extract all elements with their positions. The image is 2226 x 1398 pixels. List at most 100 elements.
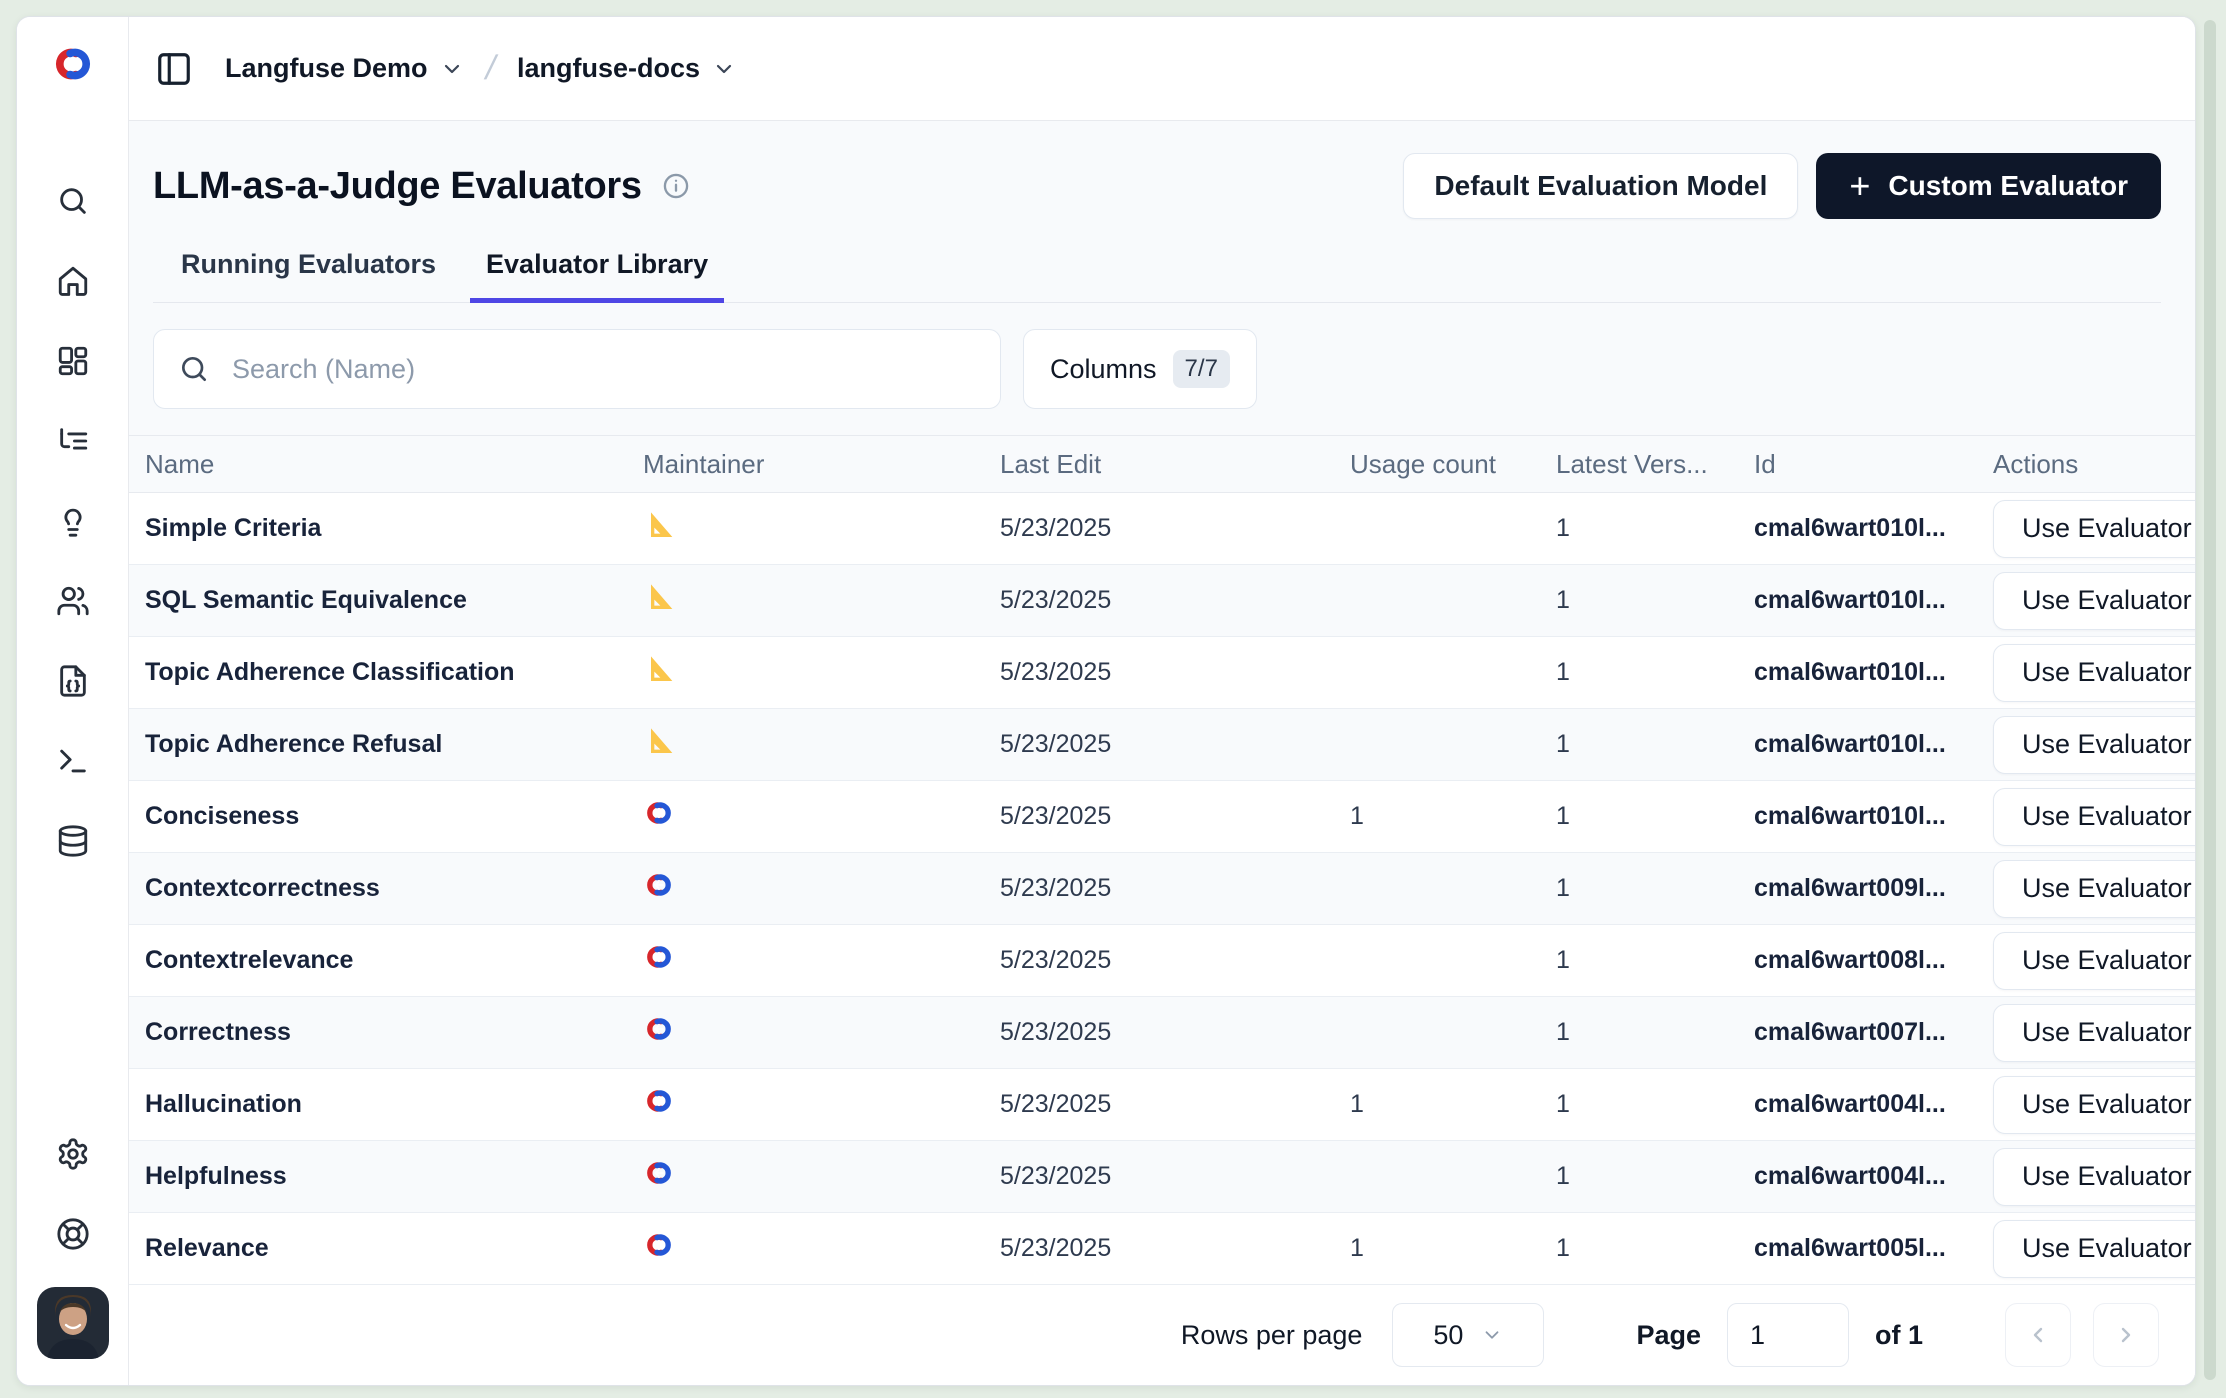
latest-version: 1: [1556, 730, 1754, 759]
table-row[interactable]: Conciseness 5/23/2025 1 1 cmal6wart010l.…: [129, 781, 2195, 853]
tracing-icon[interactable]: [56, 424, 90, 458]
evaluator-name: Relevance: [145, 1234, 643, 1263]
page-header: LLM-as-a-Judge Evaluators Default Evalua…: [129, 121, 2195, 303]
breadcrumb-project[interactable]: langfuse-docs: [517, 53, 736, 84]
app-window: Langfuse Demo / langfuse-docs LLM-as-a-J…: [16, 16, 2196, 1386]
tab-evaluator-library[interactable]: Evaluator Library: [470, 249, 724, 303]
support-lifebuoy-icon[interactable]: [56, 1217, 90, 1251]
tab-running-evaluators[interactable]: Running Evaluators: [165, 249, 452, 303]
evaluator-id: cmal6wart007l...: [1754, 1018, 1993, 1047]
ragas-maintainer-icon: [643, 581, 675, 613]
chevron-down-icon: [712, 57, 736, 81]
last-edit: 5/23/2025: [1000, 658, 1350, 687]
use-evaluator-button[interactable]: Use Evaluator: [1993, 932, 2195, 990]
use-evaluator-button[interactable]: Use Evaluator: [1993, 644, 2195, 702]
playground-json-icon[interactable]: [56, 664, 90, 698]
column-header-last-edit: Last Edit: [1000, 449, 1350, 480]
terminal-icon[interactable]: [56, 744, 90, 778]
use-evaluator-button[interactable]: Use Evaluator: [1993, 716, 2195, 774]
datasets-icon[interactable]: [56, 824, 90, 858]
next-page-button[interactable]: [2093, 1303, 2159, 1367]
actions-cell: Use Evaluator: [1993, 1148, 2195, 1206]
actions-cell: Use Evaluator: [1993, 644, 2195, 702]
use-evaluator-button[interactable]: Use Evaluator: [1993, 1148, 2195, 1206]
use-evaluator-button[interactable]: Use Evaluator: [1993, 500, 2195, 558]
maintainer-cell: [643, 653, 1000, 692]
evaluator-name: Contextrelevance: [145, 946, 643, 975]
use-evaluator-button[interactable]: Use Evaluator: [1993, 860, 2195, 918]
columns-label: Columns: [1050, 354, 1157, 385]
langfuse-logo-icon[interactable]: [50, 41, 96, 87]
last-edit: 5/23/2025: [1000, 946, 1350, 975]
latest-version: 1: [1556, 1018, 1754, 1047]
table-row[interactable]: Contextcorrectness 5/23/2025 1 cmal6wart…: [129, 853, 2195, 925]
custom-evaluator-button[interactable]: + Custom Evaluator: [1816, 153, 2161, 219]
table-row[interactable]: Topic Adherence Classification 5/23/2025…: [129, 637, 2195, 709]
chevron-right-icon: [2114, 1323, 2138, 1347]
usage-count: 1: [1350, 1090, 1556, 1119]
last-edit: 5/23/2025: [1000, 1162, 1350, 1191]
default-evaluation-model-button[interactable]: Default Evaluation Model: [1403, 153, 1798, 219]
window-scrollbar[interactable]: [2204, 20, 2216, 1380]
usage-count: 1: [1350, 802, 1556, 831]
previous-page-button[interactable]: [2005, 1303, 2071, 1367]
table-row[interactable]: SQL Semantic Equivalence 5/23/2025 1 cma…: [129, 565, 2195, 637]
use-evaluator-button[interactable]: Use Evaluator: [1993, 1076, 2195, 1134]
table-row[interactable]: Helpfulness 5/23/2025 1 cmal6wart004l...…: [129, 1141, 2195, 1213]
evaluator-name: Hallucination: [145, 1090, 643, 1119]
evaluator-name: Correctness: [145, 1018, 643, 1047]
info-icon[interactable]: [662, 172, 690, 200]
page-number-input[interactable]: [1727, 1303, 1849, 1367]
ragas-maintainer-icon: [643, 725, 675, 757]
rows-per-page-value: 50: [1433, 1320, 1463, 1351]
evaluator-id: cmal6wart004l...: [1754, 1162, 1993, 1191]
rows-per-page-select[interactable]: 50: [1392, 1303, 1544, 1367]
org-name: Langfuse Demo: [225, 53, 428, 84]
latest-version: 1: [1556, 802, 1754, 831]
table-row[interactable]: Simple Criteria 5/23/2025 1 cmal6wart010…: [129, 493, 2195, 565]
column-header-actions: Actions: [1993, 449, 2195, 480]
users-icon[interactable]: [56, 584, 90, 618]
use-evaluator-button[interactable]: Use Evaluator: [1993, 572, 2195, 630]
evaluation-icon[interactable]: [56, 504, 90, 538]
search-input[interactable]: [232, 354, 976, 385]
home-icon[interactable]: [56, 264, 90, 298]
search-box: [153, 329, 1001, 409]
usage-count: 1: [1350, 1234, 1556, 1263]
table-row[interactable]: Topic Adherence Refusal 5/23/2025 1 cmal…: [129, 709, 2195, 781]
table-header-row: NameMaintainerLast EditUsage countLatest…: [129, 435, 2195, 493]
evaluator-name: Topic Adherence Refusal: [145, 730, 643, 759]
table-row[interactable]: Contextrelevance 5/23/2025 1 cmal6wart00…: [129, 925, 2195, 997]
breadcrumb-org[interactable]: Langfuse Demo: [225, 53, 464, 84]
dashboards-icon[interactable]: [56, 344, 90, 378]
page-total: of 1: [1875, 1320, 1923, 1351]
search-icon[interactable]: [56, 184, 90, 218]
langfuse-maintainer-icon: [643, 797, 675, 829]
column-header-usage-count: Usage count: [1350, 449, 1556, 480]
evaluator-name: Conciseness: [145, 802, 643, 831]
use-evaluator-button[interactable]: Use Evaluator: [1993, 1220, 2195, 1278]
table-row[interactable]: Relevance 5/23/2025 1 1 cmal6wart005l...…: [129, 1213, 2195, 1285]
use-evaluator-button[interactable]: Use Evaluator: [1993, 788, 2195, 846]
last-edit: 5/23/2025: [1000, 586, 1350, 615]
actions-cell: Use Evaluator: [1993, 932, 2195, 990]
evaluator-name: Topic Adherence Classification: [145, 658, 643, 687]
langfuse-maintainer-icon: [643, 1013, 675, 1045]
sidebar-toggle-icon[interactable]: [155, 50, 193, 88]
settings-gear-icon[interactable]: [56, 1137, 90, 1171]
search-icon: [178, 353, 210, 385]
last-edit: 5/23/2025: [1000, 1234, 1350, 1263]
use-evaluator-button[interactable]: Use Evaluator: [1993, 1004, 2195, 1062]
chevron-down-icon: [440, 57, 464, 81]
table-row[interactable]: Correctness 5/23/2025 1 cmal6wart007l...…: [129, 997, 2195, 1069]
last-edit: 5/23/2025: [1000, 730, 1350, 759]
actions-cell: Use Evaluator: [1993, 1076, 2195, 1134]
evaluator-id: cmal6wart008l...: [1754, 946, 1993, 975]
ragas-maintainer-icon: [643, 509, 675, 541]
user-avatar[interactable]: [37, 1287, 109, 1359]
evaluator-id: cmal6wart010l...: [1754, 586, 1993, 615]
actions-cell: Use Evaluator: [1993, 860, 2195, 918]
maintainer-cell: [643, 581, 1000, 620]
table-row[interactable]: Hallucination 5/23/2025 1 1 cmal6wart004…: [129, 1069, 2195, 1141]
columns-button[interactable]: Columns 7/7: [1023, 329, 1257, 409]
